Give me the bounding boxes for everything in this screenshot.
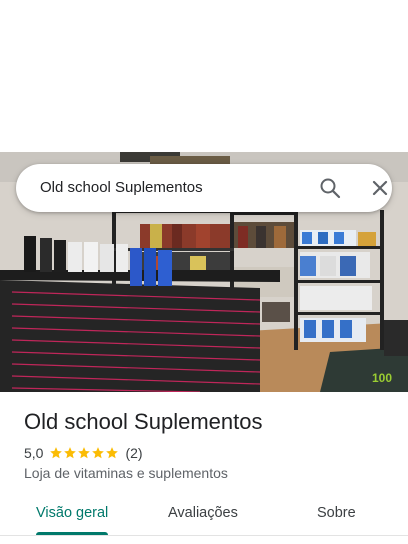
tabs-divider (0, 535, 408, 536)
rating-value: 5,0 (24, 445, 44, 461)
star-icon (78, 447, 91, 459)
search-input[interactable]: Old school Suplementos (40, 179, 203, 196)
star-icon (50, 447, 63, 459)
rating-stars (49, 446, 119, 460)
search-bar[interactable]: Old school Suplementos (16, 164, 392, 212)
svg-text:100: 100 (372, 371, 392, 385)
star-icon (92, 447, 105, 459)
tab-reviews[interactable]: Avaliações (168, 505, 238, 521)
place-category[interactable]: Loja de vitaminas e suplementos (24, 465, 228, 481)
tab-overview[interactable]: Visão geral (36, 505, 108, 521)
map-blank-area (0, 0, 408, 152)
star-icon (106, 447, 119, 459)
place-tabs: Visão geral Avaliações Sobre (0, 494, 408, 538)
review-count[interactable]: (2) (125, 445, 142, 461)
place-title: Old school Suplementos (24, 409, 263, 434)
close-icon[interactable] (368, 176, 392, 200)
star-icon (64, 447, 77, 459)
search-icon[interactable] (318, 176, 342, 200)
tab-about[interactable]: Sobre (317, 505, 356, 521)
rating-row[interactable]: 5,0 (2) (24, 444, 143, 462)
